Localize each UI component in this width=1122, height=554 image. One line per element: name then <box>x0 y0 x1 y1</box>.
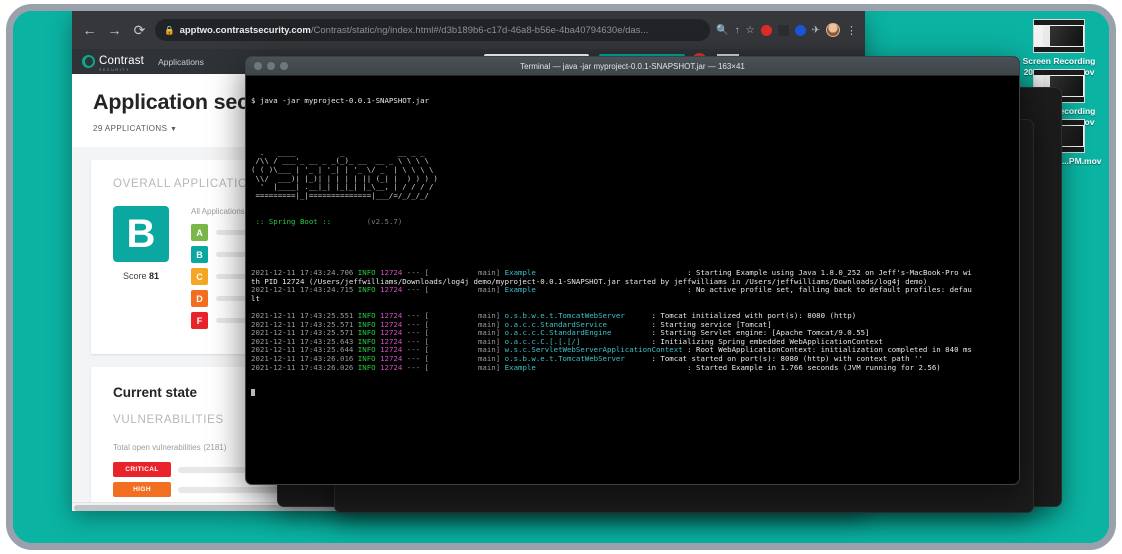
device-frame: Screen Recording 2021-12...PM.mov Screen… <box>6 4 1116 550</box>
terminal-output[interactable]: $ java -jar myproject-0.0.1-SNAPSHOT.jar… <box>246 76 1019 484</box>
terminal-cursor-line <box>251 389 1014 398</box>
grade-chip: D <box>191 290 208 307</box>
text-cursor <box>251 389 255 396</box>
terminal-log-line: 2021-12-11 17:43:24.715 INFO 12724 --- [… <box>251 286 1014 295</box>
desktop-background: Screen Recording 2021-12...PM.mov Screen… <box>13 11 1109 543</box>
terminal-log-lines: 2021-12-11 17:43:24.706 INFO 12724 --- [… <box>251 269 1014 372</box>
spring-boot-ascii-banner: . ____ _ __ _ _ /\\ / ___'_ __ _ _(_)_ _… <box>251 149 1014 201</box>
movie-file-icon <box>1033 19 1085 53</box>
grade-chip: C <box>191 268 208 285</box>
screenshot-root: Screen Recording 2021-12...PM.mov Screen… <box>0 0 1122 554</box>
spring-boot-tag: :: Spring Boot :: <box>251 217 336 226</box>
browser-menu-icon[interactable]: ⋮ <box>846 24 857 37</box>
grade-chip: B <box>191 246 208 263</box>
score-label: Score 81 <box>113 271 169 281</box>
terminal-log-line: 2021-12-11 17:43:26.026 INFO 12724 --- [… <box>251 364 1014 373</box>
grade-chip: F <box>191 312 208 329</box>
brand-name: Contrast <box>99 55 144 67</box>
url-path: /Contrast/static/ng/index.html#/d3b189b6… <box>311 25 649 36</box>
contrast-mark-icon <box>82 55 95 68</box>
terminal-titlebar: Terminal — java -jar myproject-0.0.1-SNA… <box>246 57 1019 76</box>
terminal-blank <box>251 243 1014 252</box>
minimize-icon[interactable] <box>267 62 275 70</box>
terminal-log-line: lt <box>251 295 1014 304</box>
terminal-prompt-line: $ java -jar myproject-0.0.1-SNAPSHOT.jar <box>251 97 1014 106</box>
url-host: apptwo.contrastsecurity.com <box>180 25 311 36</box>
terminal-window[interactable]: Terminal — java -jar myproject-0.0.1-SNA… <box>245 56 1020 485</box>
url-text: apptwo.contrastsecurity.com/Contrast/sta… <box>180 25 649 36</box>
grade-chip: A <box>191 224 208 241</box>
brand-subtitle: SECURITY <box>99 68 144 72</box>
total-open-count: (2181) <box>203 443 226 452</box>
bookmark-star-icon[interactable]: ☆ <box>746 25 755 36</box>
share-icon[interactable]: ↑ <box>735 25 740 36</box>
nav-item-applications[interactable]: Applications <box>158 57 204 67</box>
score-value: 81 <box>149 271 159 281</box>
application-count-label: 29 APPLICATIONS <box>93 124 167 133</box>
search-icon[interactable]: 🔍 <box>716 25 728 36</box>
grade-letter: B <box>113 206 169 262</box>
grade-distribution-label: All Applications <box>191 207 245 216</box>
browser-toolbar: ← → ⟳ 🔒 apptwo.contrastsecurity.com/Cont… <box>72 11 865 49</box>
spring-boot-version: (v2.5.7) <box>336 217 403 226</box>
reload-icon[interactable]: ⟳ <box>130 22 149 39</box>
spring-boot-tagline: :: Spring Boot :: (v2.5.7) <box>251 218 1014 227</box>
grade-summary: B Score 81 <box>113 206 169 281</box>
score-prefix: Score <box>123 271 147 281</box>
severity-chip: CRITICAL <box>113 462 171 477</box>
extension-dark-icon[interactable] <box>778 25 789 36</box>
severity-chip: HIGH <box>113 482 171 497</box>
back-icon[interactable]: ← <box>80 22 99 38</box>
extension-red-icon[interactable] <box>761 25 772 36</box>
maximize-icon[interactable] <box>280 62 288 70</box>
contrast-logo[interactable]: Contrast SECURITY <box>82 51 144 72</box>
extension-pin-icon[interactable]: ✈ <box>812 25 820 36</box>
terminal-blank <box>251 123 1014 132</box>
close-icon[interactable] <box>254 62 262 70</box>
terminal-title: Terminal — java -jar myproject-0.0.1-SNA… <box>246 62 1019 71</box>
forward-icon[interactable]: → <box>105 22 124 38</box>
total-open-label: Total open vulnerabilities <box>113 443 201 452</box>
chevron-down-icon: ▼ <box>170 126 177 133</box>
address-bar[interactable]: 🔒 apptwo.contrastsecurity.com/Contrast/s… <box>155 19 710 41</box>
lock-icon: 🔒 <box>164 25 175 36</box>
avatar[interactable] <box>826 23 840 37</box>
extension-blue-icon[interactable] <box>795 25 806 36</box>
